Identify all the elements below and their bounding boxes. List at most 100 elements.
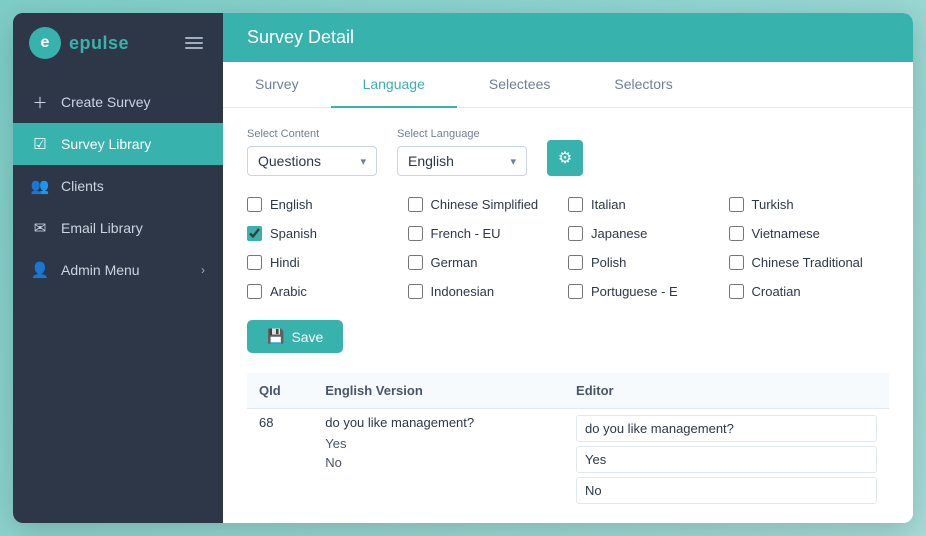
tab-selectees[interactable]: Selectees bbox=[457, 62, 582, 108]
logo-letter: e bbox=[41, 34, 50, 52]
main-header: Survey Detail bbox=[223, 13, 913, 62]
chevron-right-icon: › bbox=[201, 263, 205, 277]
lang-polish-label: Polish bbox=[591, 255, 626, 270]
language-select-value: English bbox=[408, 153, 454, 169]
sidebar: e epulse ＋ Create Survey ☑ Survey Librar… bbox=[13, 13, 223, 523]
sidebar-logo: e epulse bbox=[13, 13, 223, 73]
lang-spanish[interactable]: Spanish bbox=[247, 223, 408, 244]
sidebar-item-email-library[interactable]: ✉ Email Library bbox=[13, 207, 223, 249]
lang-german[interactable]: German bbox=[408, 252, 569, 273]
lang-turkish[interactable]: Turkish bbox=[729, 194, 890, 215]
sidebar-item-create-survey[interactable]: ＋ Create Survey bbox=[13, 81, 223, 123]
select-row: Select Content Questions ▾ Select Langua… bbox=[247, 128, 889, 176]
lang-croatian[interactable]: Croatian bbox=[729, 281, 890, 302]
lang-indonesian[interactable]: Indonesian bbox=[408, 281, 569, 302]
table-header-row: QId English Version Editor bbox=[247, 373, 889, 409]
lang-chinese-traditional[interactable]: Chinese Traditional bbox=[729, 252, 890, 273]
sidebar-item-label: Clients bbox=[61, 178, 104, 194]
lang-chinese-traditional-label: Chinese Traditional bbox=[752, 255, 863, 270]
sidebar-item-admin-menu[interactable]: 👤 Admin Menu › bbox=[13, 249, 223, 291]
editor-answer-no-field[interactable]: No bbox=[576, 477, 877, 504]
save-button[interactable]: 💾 Save bbox=[247, 320, 343, 353]
lang-spanish-label: Spanish bbox=[270, 226, 317, 241]
lang-chinese-simplified-checkbox[interactable] bbox=[408, 197, 423, 212]
envelope-icon: ✉ bbox=[31, 219, 49, 237]
editor-question-field[interactable]: do you like management? bbox=[576, 415, 877, 442]
save-icon: 💾 bbox=[267, 328, 284, 345]
lang-japanese-label: Japanese bbox=[591, 226, 647, 241]
tabs-bar: Survey Language Selectees Selectors bbox=[223, 62, 913, 108]
content-select[interactable]: Questions ▾ bbox=[247, 146, 377, 176]
chevron-down-icon: ▾ bbox=[510, 155, 516, 168]
lang-hindi-checkbox[interactable] bbox=[247, 255, 262, 270]
col-editor: Editor bbox=[564, 373, 889, 409]
lang-italian-label: Italian bbox=[591, 197, 626, 212]
lang-arabic-checkbox[interactable] bbox=[247, 284, 262, 299]
sidebar-item-survey-library[interactable]: ☑ Survey Library bbox=[13, 123, 223, 165]
col-qid: QId bbox=[247, 373, 313, 409]
lang-chinese-traditional-checkbox[interactable] bbox=[729, 255, 744, 270]
lang-japanese[interactable]: Japanese bbox=[568, 223, 729, 244]
lang-chinese-simplified-label: Chinese Simplified bbox=[431, 197, 539, 212]
answer-yes: Yes bbox=[325, 436, 552, 451]
lang-vietnamese[interactable]: Vietnamese bbox=[729, 223, 890, 244]
users-icon: 👥 bbox=[31, 177, 49, 195]
lang-chinese-simplified[interactable]: Chinese Simplified bbox=[408, 194, 569, 215]
qid-cell: 68 bbox=[247, 409, 313, 515]
language-select-group: Select Language English ▾ bbox=[397, 128, 527, 176]
lang-japanese-checkbox[interactable] bbox=[568, 226, 583, 241]
tab-selectors[interactable]: Selectors bbox=[582, 62, 704, 108]
lang-portuguese-e[interactable]: Portuguese - E bbox=[568, 281, 729, 302]
english-version-cell: do you like management? Yes No bbox=[313, 409, 564, 515]
chevron-down-icon: ▾ bbox=[360, 155, 366, 168]
tab-survey[interactable]: Survey bbox=[223, 62, 331, 108]
logo-icon: e bbox=[29, 27, 61, 59]
content-select-group: Select Content Questions ▾ bbox=[247, 128, 377, 176]
hamburger-menu[interactable] bbox=[181, 33, 207, 53]
lang-croatian-checkbox[interactable] bbox=[729, 284, 744, 299]
lang-polish[interactable]: Polish bbox=[568, 252, 729, 273]
lang-arabic-label: Arabic bbox=[270, 284, 307, 299]
sidebar-item-label: Create Survey bbox=[61, 94, 150, 110]
lang-turkish-label: Turkish bbox=[752, 197, 794, 212]
lang-spanish-checkbox[interactable] bbox=[247, 226, 262, 241]
lang-indonesian-checkbox[interactable] bbox=[408, 284, 423, 299]
lang-turkish-checkbox[interactable] bbox=[729, 197, 744, 212]
lang-vietnamese-checkbox[interactable] bbox=[729, 226, 744, 241]
check-square-icon: ☑ bbox=[31, 135, 49, 153]
lang-hindi-label: Hindi bbox=[270, 255, 300, 270]
lang-german-checkbox[interactable] bbox=[408, 255, 423, 270]
col-english-version: English Version bbox=[313, 373, 564, 409]
tab-language[interactable]: Language bbox=[331, 62, 457, 108]
language-select-label: Select Language bbox=[397, 128, 527, 140]
lang-french-eu[interactable]: French - EU bbox=[408, 223, 569, 244]
sidebar-item-clients[interactable]: 👥 Clients bbox=[13, 165, 223, 207]
lang-german-label: German bbox=[431, 255, 478, 270]
user-icon: 👤 bbox=[31, 261, 49, 279]
main-content: Survey Detail Survey Language Selectees … bbox=[223, 13, 913, 523]
lang-english[interactable]: English bbox=[247, 194, 408, 215]
lang-indonesian-label: Indonesian bbox=[431, 284, 495, 299]
lang-english-checkbox[interactable] bbox=[247, 197, 262, 212]
plus-icon: ＋ bbox=[31, 93, 49, 111]
page-title: Survey Detail bbox=[247, 27, 354, 48]
language-select[interactable]: English ▾ bbox=[397, 146, 527, 176]
lang-french-eu-label: French - EU bbox=[431, 226, 501, 241]
sidebar-item-label: Email Library bbox=[61, 220, 143, 236]
languages-grid: English Chinese Simplified Italian Turki… bbox=[247, 194, 889, 302]
lang-arabic[interactable]: Arabic bbox=[247, 281, 408, 302]
app-window: e epulse ＋ Create Survey ☑ Survey Librar… bbox=[13, 13, 913, 523]
content-select-label: Select Content bbox=[247, 128, 377, 140]
lang-italian-checkbox[interactable] bbox=[568, 197, 583, 212]
lang-english-label: English bbox=[270, 197, 313, 212]
editor-answer-yes-field[interactable]: Yes bbox=[576, 446, 877, 473]
sidebar-nav: ＋ Create Survey ☑ Survey Library 👥 Clien… bbox=[13, 73, 223, 523]
lang-french-eu-checkbox[interactable] bbox=[408, 226, 423, 241]
lang-italian[interactable]: Italian bbox=[568, 194, 729, 215]
lang-portuguese-e-checkbox[interactable] bbox=[568, 284, 583, 299]
question-text: do you like management? bbox=[325, 415, 552, 430]
search-button[interactable]: ⚙ bbox=[547, 140, 583, 176]
lang-polish-checkbox[interactable] bbox=[568, 255, 583, 270]
content-select-value: Questions bbox=[258, 153, 321, 169]
lang-hindi[interactable]: Hindi bbox=[247, 252, 408, 273]
